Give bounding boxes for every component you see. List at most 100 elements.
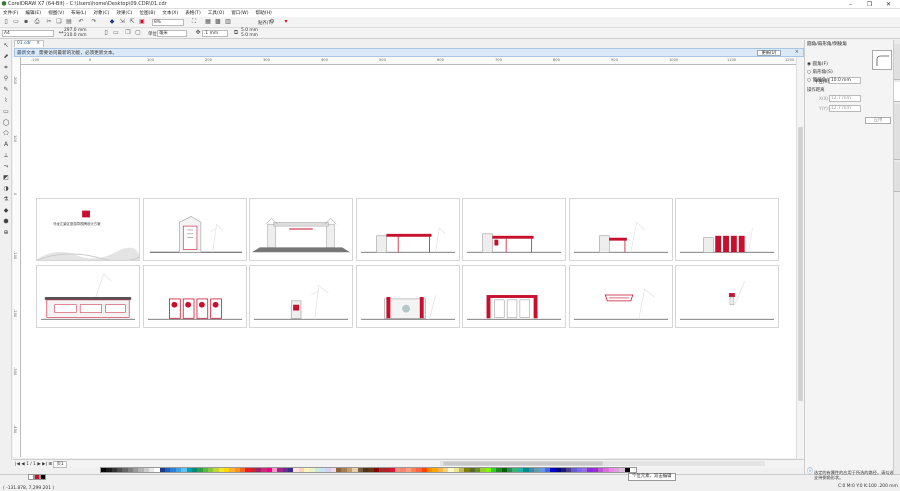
prev-page-icon[interactable]: ◀ [21, 462, 24, 467]
ellipse-tool-icon[interactable]: ◯ [1, 117, 11, 128]
first-page-icon[interactable]: |◀ [15, 462, 20, 467]
drop-shadow-icon[interactable]: ◩ [1, 172, 11, 183]
zoom-level-select[interactable]: 8% [152, 19, 184, 26]
interactive-fill-icon[interactable]: ◆ [1, 205, 11, 216]
vertical-scrollbar[interactable] [796, 57, 804, 458]
close-button[interactable]: ✕ [879, 0, 898, 9]
menu-item-7[interactable]: 文本(X) [162, 10, 178, 16]
menu-item-11[interactable]: 帮助(H) [256, 10, 272, 16]
search-content-icon[interactable]: ◆ [108, 18, 116, 26]
menu-item-5[interactable]: 效果(C) [116, 10, 132, 16]
last-page-icon[interactable]: ▶| [42, 462, 47, 467]
menu-item-8[interactable]: 表格(T) [185, 10, 201, 16]
open-icon[interactable]: ▭ [12, 18, 20, 26]
nudge-distance-field[interactable]: .1 mm [202, 30, 228, 37]
artboard-thumbnail[interactable] [355, 198, 460, 261]
artistic-media-icon[interactable]: ⌇ [1, 95, 11, 106]
next-page-icon[interactable]: ▶ [37, 462, 40, 467]
artboard-thumbnail[interactable] [249, 198, 353, 261]
freehand-tool-icon[interactable]: ✎ [1, 84, 11, 95]
field-x[interactable]: 12.7 mm [829, 95, 861, 102]
vertical-scroll-thumb[interactable] [798, 127, 803, 401]
artboard-thumbnail[interactable] [142, 265, 247, 328]
fullscreen-icon[interactable]: ⛶ [190, 18, 198, 26]
connector-tool-icon[interactable]: ⤳ [1, 161, 11, 172]
artboard-thumbnail[interactable] [142, 198, 247, 261]
artboard-thumbnail[interactable] [462, 198, 566, 261]
docker-tab-4[interactable] [894, 162, 900, 192]
tab-close-icon[interactable]: × [36, 40, 40, 46]
artboard-thumbnail[interactable] [568, 198, 673, 261]
document-palette-swatches[interactable] [28, 474, 48, 480]
add-page-icon[interactable]: ⊞ [48, 462, 52, 467]
eyedropper-icon[interactable]: ⚗ [1, 194, 11, 205]
portrait-icon[interactable]: ▯ [102, 29, 110, 37]
shape-tool-icon[interactable]: ⬈ [1, 51, 11, 62]
cut-icon[interactable]: ✂ [45, 18, 53, 26]
zoom-tool-icon[interactable]: ⚲ [1, 73, 11, 84]
welcome-screen-icon[interactable]: ▾ [282, 18, 290, 26]
text-tool-icon[interactable]: A [1, 139, 11, 150]
page-height-field[interactable]: 210.0 mm [63, 33, 93, 38]
field-y[interactable]: 12.7 mm [829, 105, 861, 112]
units-select[interactable]: 毫米 [157, 30, 187, 37]
export-icon[interactable]: ⇱ [128, 18, 136, 26]
horizontal-scroll-thumb[interactable] [443, 461, 603, 466]
menu-item-2[interactable]: 视图(V) [48, 10, 64, 16]
rectangle-tool-icon[interactable]: ▭ [1, 106, 11, 117]
redo-icon[interactable]: ↷ [90, 18, 98, 26]
landscape-icon[interactable]: ▭ [112, 29, 120, 37]
docker-tab-2[interactable] [894, 82, 900, 102]
crop-tool-icon[interactable]: ⌗ [1, 62, 11, 73]
menu-item-9[interactable]: 工具(O) [208, 10, 224, 16]
new-document-icon[interactable]: ▯ [2, 18, 10, 26]
smart-fill-icon[interactable]: ⬢ [1, 216, 11, 227]
undo-icon[interactable]: ↶ [77, 18, 85, 26]
apply-button[interactable]: 应用 [865, 117, 891, 124]
palette-swatch[interactable] [630, 468, 636, 472]
horizontal-ruler[interactable]: -100 0 100 200 300 400 500 600 700 800 900 1000 1100… [21, 57, 796, 65]
notification-close-icon[interactable]: × [795, 49, 799, 55]
show-grid-icon[interactable]: ▩ [214, 18, 222, 26]
vertical-ruler[interactable]: 200 100 0 -100 -200 -300 -400 [13, 57, 21, 457]
add-tool-icon[interactable]: ⊕ [1, 227, 11, 238]
update-button[interactable]: 更新(U) [757, 50, 781, 56]
menu-item-0[interactable]: 文件(F) [3, 10, 18, 16]
show-rulers-icon[interactable]: ▦ [204, 18, 212, 26]
horizontal-scrollbar[interactable] [440, 461, 765, 466]
option-scallop[interactable]: ○ 扇形角(S) [807, 69, 833, 75]
artboard-thumbnail[interactable] [249, 265, 353, 328]
save-icon[interactable]: ▪ [22, 18, 30, 26]
artboard-thumbnail[interactable] [355, 265, 460, 328]
all-pages-icon[interactable]: ❐ [124, 29, 132, 37]
radius-field[interactable]: 10.0 mm [829, 77, 861, 84]
menu-item-3[interactable]: 布局(L) [71, 10, 86, 16]
option-fillet[interactable]: ◉ 圆角(F) [807, 61, 828, 67]
pick-tool-icon[interactable]: ↖ [1, 40, 11, 51]
artboard-thumbnail[interactable] [462, 265, 566, 328]
artboard-thumbnail[interactable] [568, 265, 673, 328]
artboard-thumbnail[interactable] [675, 265, 779, 328]
app-launcher-icon[interactable]: ⚙ [268, 18, 276, 26]
import-icon[interactable]: ⇲ [118, 18, 126, 26]
polygon-tool-icon[interactable]: ⬠ [1, 128, 11, 139]
artboard-thumbnail[interactable] [675, 198, 779, 261]
print-icon[interactable]: ⎙ [33, 18, 41, 26]
transparency-tool-icon[interactable]: ◑ [1, 183, 11, 194]
docker-tab-1[interactable] [894, 44, 900, 80]
docker-tab-3[interactable] [894, 104, 900, 160]
publish-pdf-icon[interactable]: ▣ [138, 18, 146, 26]
duplicate-y-field[interactable]: 5.0 mm [240, 33, 268, 38]
copy-icon[interactable]: ❏ [55, 18, 63, 26]
color-palette[interactable] [100, 467, 637, 473]
show-guides-icon[interactable]: ▥ [224, 18, 232, 26]
maximize-button[interactable]: ❐ [860, 0, 879, 9]
menu-item-1[interactable]: 编辑(E) [25, 10, 41, 16]
menu-item-6[interactable]: 位图(B) [139, 10, 155, 16]
parallel-dimension-icon[interactable]: ⟂ [1, 150, 11, 161]
artboard-thumbnail[interactable] [36, 265, 140, 328]
page-tab[interactable]: 页1 [53, 461, 67, 468]
options-icon[interactable] [256, 18, 264, 26]
menu-item-4[interactable]: 对象(C) [93, 10, 109, 16]
artboard-thumbnail[interactable]: 乌龙江景区旅游导视牌设计方案 [36, 198, 140, 261]
